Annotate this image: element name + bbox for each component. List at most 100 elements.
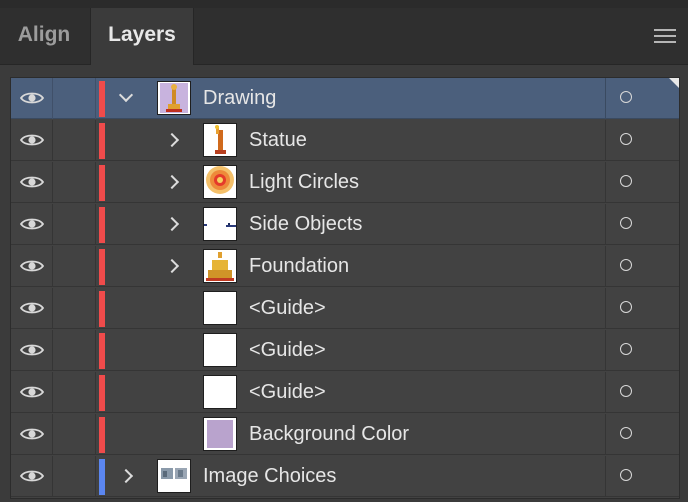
visibility-toggle[interactable] [11, 78, 53, 119]
eye-icon [19, 217, 45, 236]
layer-color-indicator [99, 333, 105, 369]
layer-thumbnail [203, 333, 237, 367]
target-toggle[interactable] [605, 414, 679, 455]
panel-menu-icon[interactable] [654, 29, 676, 45]
layer-row[interactable]: Statue [11, 120, 679, 161]
chevron-right-icon[interactable] [118, 468, 134, 484]
layer-thumbnail [203, 291, 237, 325]
visibility-toggle[interactable] [11, 456, 53, 497]
target-circle-icon [620, 217, 632, 229]
target-circle-icon [620, 175, 632, 187]
target-toggle[interactable] [605, 372, 679, 413]
chevron-right-icon[interactable] [164, 132, 180, 148]
chevron-right-icon[interactable] [164, 258, 180, 274]
tab-align[interactable]: Align [0, 8, 88, 64]
visibility-toggle[interactable] [11, 204, 53, 245]
layer-color-indicator [99, 459, 105, 495]
target-circle-icon [620, 385, 632, 397]
eye-icon [19, 385, 45, 404]
chevron-right-icon[interactable] [164, 174, 180, 190]
chevron-right-icon[interactable] [164, 216, 180, 232]
layer-name[interactable]: <Guide> [249, 288, 326, 329]
target-circle-icon [620, 301, 632, 313]
layer-row[interactable]: Light Circles [11, 162, 679, 203]
lock-toggle[interactable] [53, 246, 96, 287]
panel-tab-bar: Align Layers [0, 8, 688, 65]
target-circle-icon [620, 91, 632, 103]
layer-name[interactable]: Side Objects [249, 204, 362, 245]
target-toggle[interactable] [605, 162, 679, 203]
layer-color-indicator [99, 165, 105, 201]
eye-icon [19, 301, 45, 320]
lock-toggle[interactable] [53, 204, 96, 245]
target-toggle[interactable] [605, 120, 679, 161]
lock-toggle[interactable] [53, 288, 96, 329]
lock-toggle[interactable] [53, 372, 96, 413]
visibility-toggle[interactable] [11, 120, 53, 161]
target-circle-icon [620, 133, 632, 145]
layer-color-indicator [99, 291, 105, 327]
layer-name[interactable]: Background Color [249, 414, 409, 455]
layer-color-indicator [99, 123, 105, 159]
eye-icon [19, 343, 45, 362]
layers-list: Drawing Statue Light Circles Side Objects Fo… [10, 77, 680, 499]
visibility-toggle[interactable] [11, 330, 53, 371]
lock-toggle[interactable] [53, 330, 96, 371]
layer-row[interactable]: Background Color [11, 414, 679, 455]
layer-name[interactable]: <Guide> [249, 330, 326, 371]
layers-panel: Align Layers Drawing Statue Light Circles S… [0, 0, 688, 502]
layer-row[interactable]: Image Choices [11, 456, 679, 497]
eye-icon [19, 259, 45, 278]
layer-name[interactable]: Image Choices [203, 456, 336, 497]
lock-toggle[interactable] [53, 162, 96, 203]
target-circle-icon [620, 469, 632, 481]
target-toggle[interactable] [605, 288, 679, 329]
target-toggle[interactable] [605, 330, 679, 371]
layer-thumbnail [203, 207, 237, 241]
visibility-toggle[interactable] [11, 288, 53, 329]
target-circle-icon [620, 343, 632, 355]
layer-thumbnail [203, 375, 237, 409]
layer-row[interactable]: <Guide> [11, 330, 679, 371]
layer-name[interactable]: Light Circles [249, 162, 359, 203]
layer-thumbnail [157, 459, 191, 493]
target-toggle[interactable] [605, 246, 679, 287]
target-circle-icon [620, 259, 632, 271]
tab-layers[interactable]: Layers [90, 8, 194, 65]
eye-icon [19, 91, 45, 110]
chevron-down-icon[interactable] [118, 87, 134, 103]
layer-row[interactable]: <Guide> [11, 372, 679, 413]
layer-name[interactable]: Statue [249, 120, 307, 161]
visibility-toggle[interactable] [11, 414, 53, 455]
eye-icon [19, 469, 45, 488]
lock-toggle[interactable] [53, 456, 96, 497]
layer-color-indicator [99, 375, 105, 411]
target-circle-icon [620, 427, 632, 439]
selection-corner-indicator [669, 78, 679, 88]
eye-icon [19, 175, 45, 194]
panel-top-edge [0, 0, 688, 8]
visibility-toggle[interactable] [11, 162, 53, 203]
layer-row[interactable]: Side Objects [11, 204, 679, 245]
layer-name[interactable]: Drawing [203, 78, 276, 119]
visibility-toggle[interactable] [11, 246, 53, 287]
target-toggle[interactable] [605, 456, 679, 497]
eye-icon [19, 427, 45, 446]
layer-thumbnail [203, 165, 237, 199]
layer-row[interactable]: <Guide> [11, 288, 679, 329]
layer-thumbnail [203, 249, 237, 283]
target-toggle[interactable] [605, 78, 679, 119]
visibility-toggle[interactable] [11, 372, 53, 413]
lock-toggle[interactable] [53, 120, 96, 161]
layer-name[interactable]: <Guide> [249, 372, 326, 413]
layer-row[interactable]: Foundation [11, 246, 679, 287]
target-toggle[interactable] [605, 204, 679, 245]
layer-name[interactable]: Foundation [249, 246, 349, 287]
layer-color-indicator [99, 249, 105, 285]
lock-toggle[interactable] [53, 414, 96, 455]
layer-row[interactable]: Drawing [11, 78, 679, 119]
layer-thumbnail [157, 81, 191, 115]
layer-color-indicator [99, 417, 105, 453]
layer-thumbnail [203, 417, 237, 451]
lock-toggle[interactable] [53, 78, 96, 119]
